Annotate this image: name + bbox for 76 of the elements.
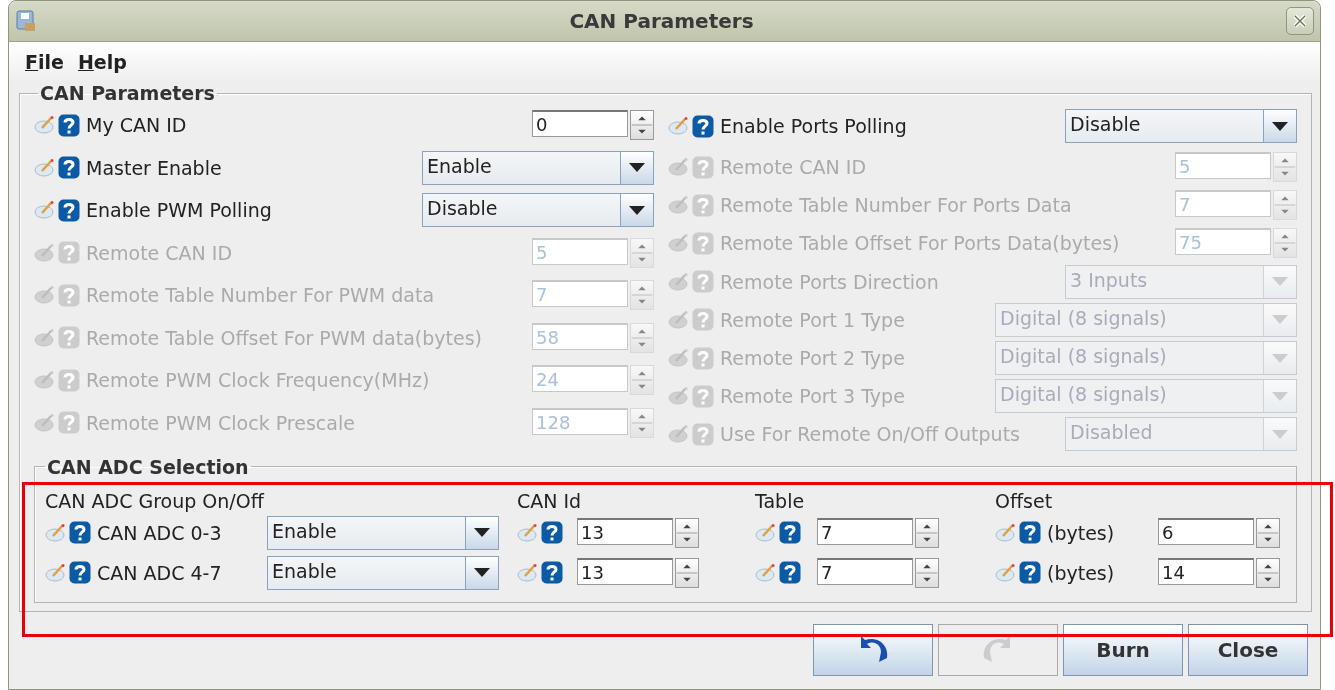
field-label: Master Enable [86,156,223,179]
help-icon[interactable] [1019,561,1041,584]
field-label: Remote Table Number For Ports Data [720,194,1073,217]
field-label: My CAN ID [86,114,188,137]
field-label: Remote Port 1 Type [720,308,906,331]
field-label: Remote Port 2 Type [720,347,906,370]
app-icon [15,9,37,33]
number-field[interactable]: 13 [577,517,673,545]
field-label: Remote Table Offset For Ports Data(bytes) [720,232,1121,255]
help-icon[interactable] [1019,521,1041,544]
spinner-arrows[interactable] [915,517,939,548]
dropdown[interactable]: Enable [422,150,654,185]
action-button[interactable]: Burn [1063,623,1183,676]
field-label: Use For Remote On/Off Outputs [720,423,1021,446]
caret-icon [1272,353,1288,363]
caret-icon [1272,391,1288,401]
field-label: Remote Table Number For PWM data [86,284,436,307]
column-header: Offset [995,489,1053,512]
dropdown[interactable]: Disable [422,193,654,228]
caret-icon [629,163,645,173]
spinner-arrows[interactable] [1256,557,1280,588]
spinner-arrows[interactable] [675,557,699,588]
field-label: CAN ADC 0-3 [97,521,223,544]
caret-icon [474,528,490,537]
help-icon[interactable] [541,561,563,584]
unit-label: (bytes) [1047,521,1116,544]
help-icon[interactable] [69,561,91,584]
column-header: Table [755,489,805,512]
caret-icon [629,205,645,215]
unit-label: (bytes) [1047,561,1116,584]
help-icon[interactable] [692,114,714,138]
number-field[interactable]: 6 [1158,517,1254,545]
field-label: Remote PWM Clock Prescale [86,411,356,434]
group-title: CAN ADC Selection [46,455,250,478]
number-field[interactable]: 0 [532,110,628,138]
help-icon[interactable] [58,198,80,222]
field-label: Remote CAN ID [720,156,868,179]
spinner-arrows[interactable] [1256,517,1280,548]
dropdown[interactable]: Enable [267,555,499,590]
spinner-arrows[interactable] [675,517,699,548]
number-field[interactable]: 7 [817,517,913,545]
caret-icon [1272,277,1288,287]
dropdown[interactable]: Enable [267,515,499,550]
column-header: CAN ADC Group On/Off [45,489,264,512]
field-label: Remote Table Offset For PWM data(bytes) [86,326,483,349]
caret-icon [1272,429,1288,439]
help-icon[interactable] [58,113,80,137]
field-label: CAN ADC 4-7 [97,561,223,584]
number-field[interactable]: 14 [1158,557,1254,585]
help-icon[interactable] [779,521,801,544]
caret-icon [1272,315,1288,325]
help-icon[interactable] [58,156,80,180]
group-title: CAN Parameters [39,82,216,104]
number-field[interactable]: 7 [817,557,913,585]
field-label: Remote PWM Clock Frequency(MHz) [86,369,431,392]
field-label: Enable Ports Polling [720,115,908,137]
caret-icon [474,568,490,577]
field-label: Enable PWM Polling [86,199,273,222]
column-header: CAN Id [517,489,582,512]
field-label: Remote Ports Direction [720,270,940,293]
dropdown[interactable]: Disable [1065,109,1297,143]
help-icon[interactable] [541,521,563,544]
field-label: Remote CAN ID [86,241,234,264]
spinner-arrows[interactable] [915,557,939,588]
spinner-arrows[interactable] [630,110,654,141]
window-title: CAN Parameters [568,9,755,33]
undo-button[interactable] [813,623,933,676]
help-icon[interactable] [69,521,91,544]
action-button[interactable]: Close [1188,623,1308,676]
help-icon[interactable] [779,561,801,584]
close-icon[interactable] [1286,7,1314,35]
menu-item[interactable]: Help [75,51,129,73]
number-field[interactable]: 13 [577,557,673,585]
caret-icon [1272,121,1288,131]
menu-item[interactable]: File [23,51,66,73]
field-label: Remote Port 3 Type [720,385,906,408]
